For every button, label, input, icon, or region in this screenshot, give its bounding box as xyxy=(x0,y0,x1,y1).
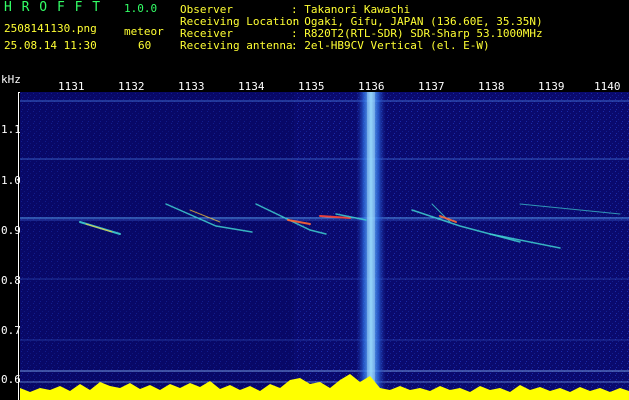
antenna-value: : 2el-HB9CV Vertical (el. E-W) xyxy=(291,39,490,52)
header-panel: H R O F F T 1.0.0 2508141130.png meteor … xyxy=(0,0,629,62)
mode-label: meteor xyxy=(124,25,164,38)
spectrogram xyxy=(20,92,629,400)
capture-datetime: 25.08.14 11:30 xyxy=(4,39,97,52)
app-name: H R O F F T xyxy=(4,0,102,15)
image-filename: 2508141130.png xyxy=(4,22,97,35)
y-axis-unit: kHz xyxy=(1,73,21,86)
band-shade xyxy=(20,92,294,400)
y-axis-line xyxy=(18,92,19,400)
antenna-label: Receiving antenna xyxy=(180,39,293,52)
central-carrier-core xyxy=(367,92,375,400)
app-version: 1.0.0 xyxy=(124,2,158,15)
meteor-count: 60 xyxy=(138,39,152,52)
